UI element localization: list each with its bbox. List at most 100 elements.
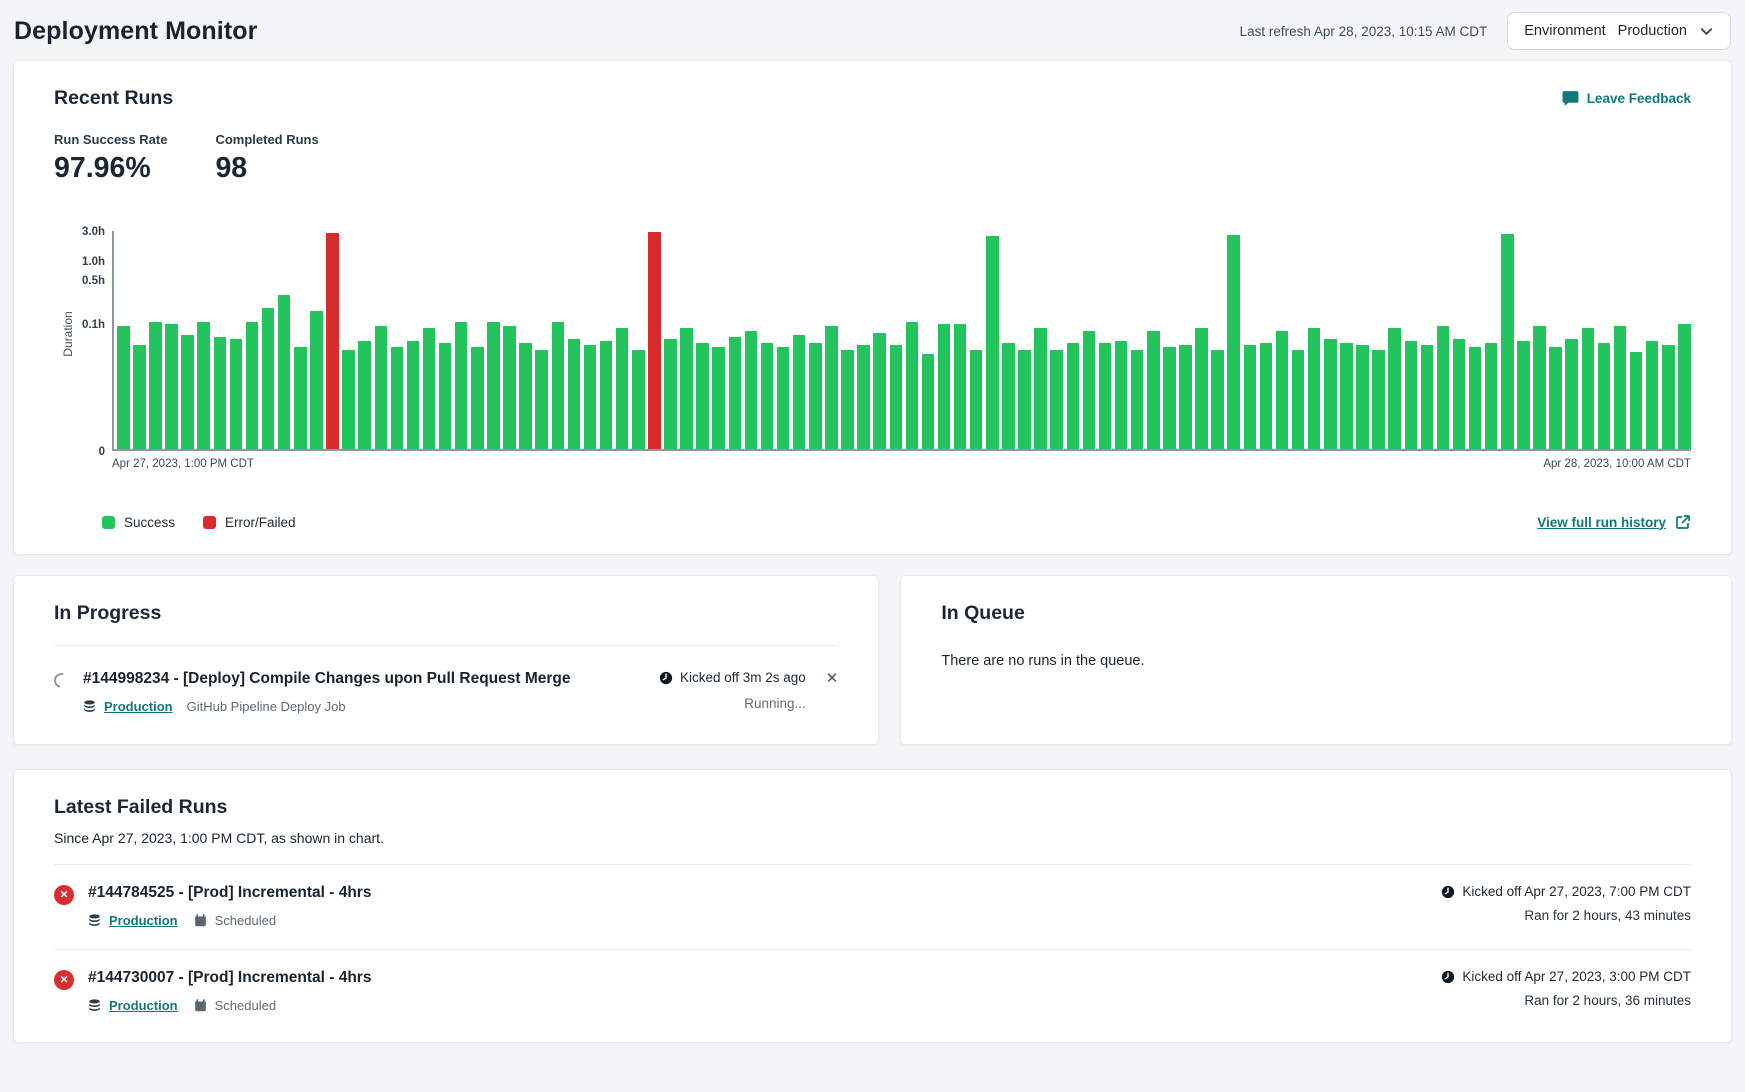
run-bar-success[interactable] (439, 343, 452, 449)
run-bar-success[interactable] (1437, 326, 1450, 449)
run-bar-success[interactable] (375, 326, 388, 449)
run-bar-success[interactable] (745, 331, 758, 450)
run-bar-success[interactable] (1340, 343, 1353, 449)
run-bar-success[interactable] (1050, 350, 1063, 450)
run-bar-success[interactable] (1244, 345, 1257, 449)
run-bar-success[interactable] (519, 343, 532, 449)
run-bar-success[interactable] (809, 343, 822, 449)
run-bar-success[interactable] (552, 322, 565, 449)
run-bar-success[interactable] (342, 350, 355, 450)
run-bar-success[interactable] (391, 347, 404, 449)
run-bar-success[interactable] (503, 326, 516, 449)
run-bar-success[interactable] (165, 324, 178, 449)
run-bar-success[interactable] (1388, 328, 1401, 449)
run-bar-success[interactable] (455, 322, 468, 449)
run-bar-success[interactable] (407, 341, 420, 449)
run-bar-success[interactable] (1485, 343, 1498, 449)
run-bar-success[interactable] (1067, 343, 1080, 449)
run-bar-success[interactable] (680, 328, 693, 449)
leave-feedback-link[interactable]: Leave Feedback (1562, 90, 1691, 107)
run-bar-success[interactable] (358, 341, 371, 449)
run-bar-success[interactable] (487, 322, 500, 449)
run-bar-success[interactable] (1533, 326, 1546, 449)
environment-link[interactable]: Production (104, 699, 173, 714)
run-bar-success[interactable] (600, 341, 613, 449)
run-bar-success[interactable] (1099, 343, 1112, 449)
run-bar-success[interactable] (777, 347, 790, 449)
run-bar-success[interactable] (1324, 339, 1337, 449)
run-bar-success[interactable] (793, 335, 806, 449)
run-bar-success[interactable] (1002, 343, 1015, 449)
run-bar-success[interactable] (970, 350, 983, 450)
environment-link[interactable]: Production (109, 913, 178, 928)
environment-select[interactable]: Environment Production (1507, 12, 1731, 50)
run-bar-success[interactable] (712, 347, 725, 449)
run-bar-success[interactable] (729, 337, 742, 449)
run-bar-success[interactable] (1308, 328, 1321, 449)
run-bar-success[interactable] (181, 335, 194, 449)
run-bar-success[interactable] (1034, 328, 1047, 449)
run-bar-success[interactable] (1453, 339, 1466, 449)
run-bar-success[interactable] (1131, 350, 1144, 450)
run-bar-success[interactable] (1356, 345, 1369, 449)
run-bar-success[interactable] (1115, 341, 1128, 449)
run-bar-success[interactable] (1501, 234, 1514, 449)
run-bar-success[interactable] (857, 345, 870, 449)
run-bar-success[interactable] (1163, 347, 1176, 449)
run-bar-success[interactable] (197, 322, 210, 449)
run-bar-success[interactable] (841, 350, 854, 450)
run-bar-success[interactable] (214, 337, 227, 449)
run-bar-success[interactable] (535, 350, 548, 450)
run-bar-success[interactable] (890, 345, 903, 449)
run-bar-success[interactable] (278, 295, 291, 449)
run-bar-success[interactable] (294, 347, 307, 449)
run-bar-success[interactable] (471, 347, 484, 449)
run-bar-success[interactable] (1276, 331, 1289, 450)
run-bar-success[interactable] (1517, 341, 1530, 449)
run-bar-failed[interactable] (648, 232, 661, 449)
run-bar-success[interactable] (133, 345, 146, 449)
run-bar-success[interactable] (1598, 343, 1611, 449)
run-bar-success[interactable] (825, 326, 838, 449)
run-bar-success[interactable] (246, 322, 259, 449)
run-bar-success[interactable] (873, 333, 886, 449)
run-bar-success[interactable] (1565, 339, 1578, 449)
close-icon[interactable]: ✕ (826, 671, 839, 686)
run-bar-success[interactable] (906, 322, 919, 449)
run-bar-success[interactable] (1211, 350, 1224, 450)
run-bar-success[interactable] (230, 339, 243, 449)
run-bar-success[interactable] (117, 326, 130, 449)
run-bar-success[interactable] (1678, 324, 1691, 449)
run-bar-success[interactable] (664, 339, 677, 449)
run-bar-success[interactable] (761, 343, 774, 449)
run-bar-success[interactable] (1646, 341, 1659, 449)
run-bar-success[interactable] (310, 311, 323, 449)
run-bar-success[interactable] (1260, 343, 1273, 449)
run-bar-success[interactable] (1372, 350, 1385, 450)
run-bar-success[interactable] (1630, 352, 1643, 449)
run-bar-success[interactable] (1549, 347, 1562, 449)
run-bar-success[interactable] (1421, 345, 1434, 449)
run-bar-success[interactable] (938, 324, 951, 449)
run-bar-success[interactable] (1614, 326, 1627, 449)
environment-link[interactable]: Production (109, 998, 178, 1013)
run-bar-success[interactable] (1179, 345, 1192, 449)
run-bar-success[interactable] (1018, 350, 1031, 450)
run-bar-success[interactable] (986, 236, 999, 449)
run-bar-success[interactable] (632, 350, 645, 450)
run-bar-success[interactable] (954, 324, 967, 449)
run-bar-success[interactable] (1469, 347, 1482, 449)
run-bar-success[interactable] (584, 345, 597, 449)
run-bar-success[interactable] (696, 343, 709, 449)
run-bar-success[interactable] (1147, 331, 1160, 450)
run-bar-success[interactable] (616, 328, 629, 449)
run-bar-success[interactable] (1582, 328, 1595, 449)
run-bar-success[interactable] (1292, 350, 1305, 450)
run-bar-success[interactable] (1195, 328, 1208, 449)
run-bar-success[interactable] (423, 328, 436, 449)
run-bar-success[interactable] (1083, 331, 1096, 450)
run-bar-success[interactable] (568, 339, 581, 449)
run-bar-success[interactable] (149, 322, 162, 449)
run-bar-success[interactable] (1662, 345, 1675, 449)
run-bar-success[interactable] (1405, 341, 1418, 449)
